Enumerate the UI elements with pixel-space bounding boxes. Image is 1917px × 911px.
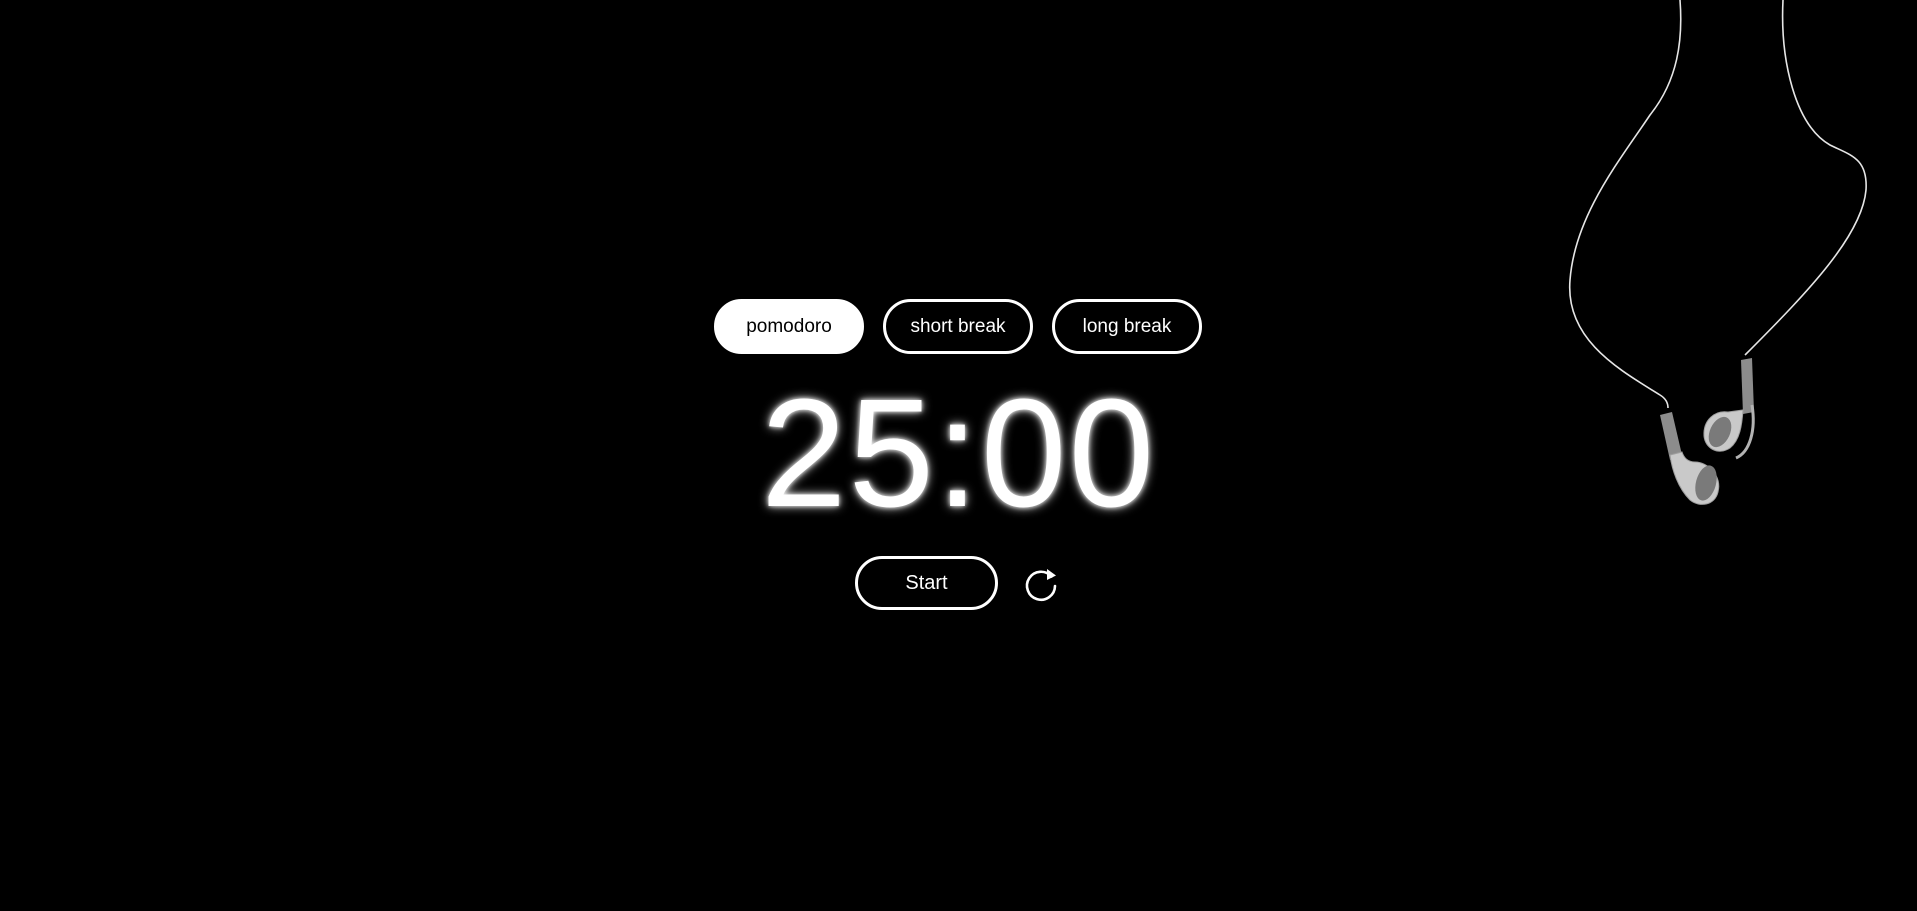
tab-short-break[interactable]: short break <box>883 299 1033 354</box>
earphones-illustration <box>1569 0 1867 505</box>
reset-button[interactable] <box>1023 565 1061 603</box>
pomodoro-app: pomodoro short break long break 25:00 St… <box>0 0 1917 911</box>
tab-pomodoro[interactable]: pomodoro <box>714 299 864 354</box>
mode-tabs: pomodoro short break long break <box>714 299 1202 354</box>
tab-long-break[interactable]: long break <box>1052 299 1202 354</box>
refresh-icon <box>1025 569 1057 602</box>
start-button[interactable]: Start <box>855 556 998 610</box>
